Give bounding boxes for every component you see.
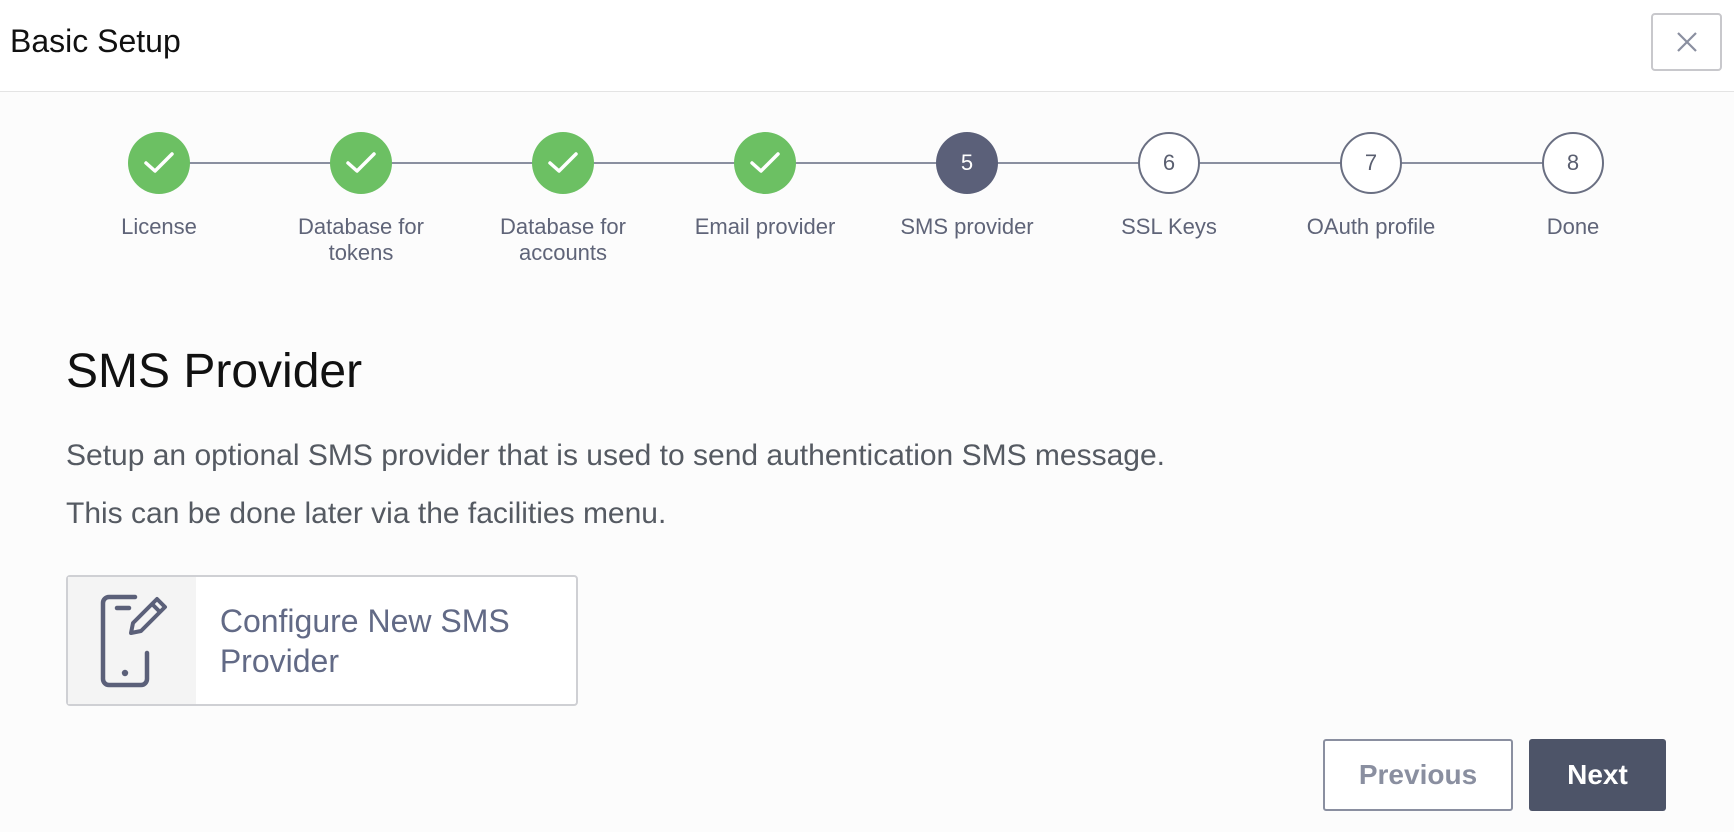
checkmark-icon xyxy=(548,152,578,173)
step-complete-badge xyxy=(734,132,796,194)
step-number-badge: 5 xyxy=(936,132,998,194)
step-license: License xyxy=(59,132,259,240)
step-database-accounts: Database for accounts xyxy=(463,132,663,266)
setup-dialog: Basic Setup License Database for tokens xyxy=(0,0,1734,832)
step-ssl-keys: 6 SSL Keys xyxy=(1069,132,1269,240)
close-icon xyxy=(1676,32,1697,52)
step-number-badge: 8 xyxy=(1542,132,1604,194)
description-text-secondary: This can be done later via the facilitie… xyxy=(66,497,667,530)
phone-edit-icon xyxy=(100,594,167,687)
page-title: SMS Provider xyxy=(66,345,363,398)
step-label: SMS provider xyxy=(900,214,1034,239)
step-complete-badge xyxy=(330,132,392,194)
step-label: Database for tokens xyxy=(298,214,424,265)
description-text: Setup an optional SMS provider that is u… xyxy=(66,439,1165,472)
step-sms-provider: 5 SMS provider xyxy=(867,132,1067,240)
step-done: 8 Done xyxy=(1473,132,1673,240)
step-database-tokens: Database for tokens xyxy=(261,132,461,266)
step-label: License xyxy=(121,214,197,239)
checkmark-icon xyxy=(144,152,174,173)
step-number-badge: 7 xyxy=(1340,132,1402,194)
previous-button[interactable]: Previous xyxy=(1323,739,1513,811)
config-icon-box xyxy=(68,577,196,704)
step-label: Email provider xyxy=(694,214,836,239)
close-button[interactable] xyxy=(1651,13,1722,71)
checkmark-icon xyxy=(346,152,376,173)
configure-sms-provider-label: Configure New SMS Provider xyxy=(219,603,510,679)
step-email-provider: Email provider xyxy=(665,132,865,240)
step-label: Database for accounts xyxy=(500,214,626,265)
next-button[interactable]: Next xyxy=(1529,739,1666,811)
checkmark-icon xyxy=(750,152,780,173)
setup-stepper: License Database for tokens Database for… xyxy=(0,92,1734,282)
step-oauth-profile: 7 OAuth profile xyxy=(1271,132,1471,240)
step-complete-badge xyxy=(532,132,594,194)
step-label: Done xyxy=(1546,214,1600,239)
step-number-badge: 6 xyxy=(1138,132,1200,194)
step-label: OAuth profile xyxy=(1306,214,1436,239)
step-complete-badge xyxy=(128,132,190,194)
dialog-header: Basic Setup xyxy=(0,0,1734,92)
step-label: SSL Keys xyxy=(1121,214,1217,239)
dialog-title: Basic Setup xyxy=(10,23,181,59)
configure-sms-provider-button[interactable]: Configure New SMS Provider xyxy=(66,575,578,706)
